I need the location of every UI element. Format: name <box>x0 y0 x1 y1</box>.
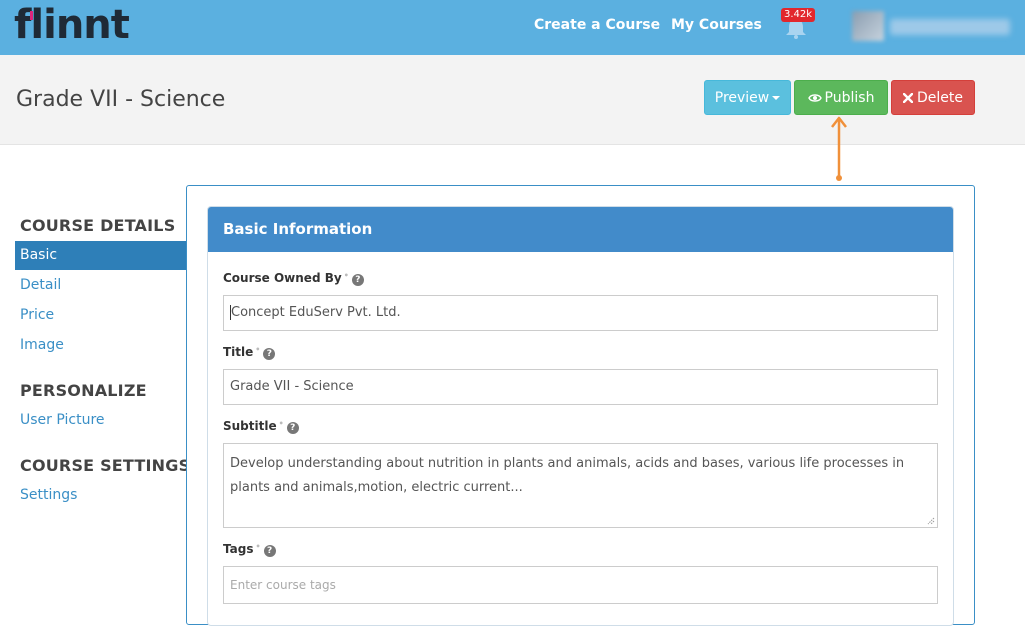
owner-label: Course Owned By •? <box>223 271 364 286</box>
delete-label: Delete <box>917 90 963 106</box>
user-menu[interactable] <box>890 19 1010 35</box>
flinnt-logo[interactable]: flinnt <box>14 2 130 48</box>
panel-header: Basic Information <box>208 207 953 252</box>
eye-icon <box>807 94 822 102</box>
panel-title: Basic Information <box>223 220 373 238</box>
publish-label: Publish <box>824 90 875 106</box>
logo-accent <box>30 11 33 20</box>
tags-label: Tags •? <box>223 542 276 557</box>
title-label: Title •? <box>223 345 276 360</box>
nav-create-course[interactable]: Create a Course <box>534 17 660 33</box>
help-icon[interactable]: ? <box>351 274 364 286</box>
caret-down-icon <box>772 96 781 100</box>
subtitle-field[interactable]: Develop understanding about nutrition in… <box>223 443 938 528</box>
required-marker: • <box>255 345 261 354</box>
title-field[interactable]: Grade VII - Science <box>223 369 938 405</box>
sidebar-item-image[interactable]: Image <box>15 331 186 360</box>
basic-information-panel: Basic Information <box>207 206 954 626</box>
sidebar-heading-course-details: COURSE DETAILS <box>20 216 176 235</box>
publish-button[interactable]: Publish <box>794 80 888 115</box>
title-value: Grade VII - Science <box>230 379 354 394</box>
tags-label-text: Tags <box>223 542 254 556</box>
sidebar-item-detail[interactable]: Detail <box>15 271 186 300</box>
close-icon <box>902 92 914 104</box>
page-header: Grade VII - Science Preview Publish Dele… <box>0 55 1025 145</box>
avatar[interactable] <box>852 11 884 41</box>
help-icon[interactable]: ? <box>263 545 276 557</box>
preview-button[interactable]: Preview <box>704 80 791 115</box>
annotation-arrow-icon <box>831 116 847 181</box>
top-navbar: flinnt Create a Course My Courses 3.42k <box>0 0 1025 55</box>
notification-badge: 3.42k <box>781 8 816 22</box>
tags-placeholder: Enter course tags <box>230 578 336 592</box>
required-marker: • <box>278 419 284 428</box>
title-label-text: Title <box>223 345 254 359</box>
delete-button[interactable]: Delete <box>891 80 975 115</box>
subtitle-label-text: Subtitle <box>223 419 277 433</box>
sidebar-item-price[interactable]: Price <box>15 301 186 330</box>
resize-handle-icon[interactable] <box>925 515 935 525</box>
sidebar-heading-personalize: PERSONALIZE <box>20 381 147 400</box>
preview-label: Preview <box>714 90 770 106</box>
page-title: Grade VII - Science <box>16 87 226 112</box>
nav-my-courses[interactable]: My Courses <box>671 17 762 33</box>
sidebar-item-user-picture[interactable]: User Picture <box>15 406 186 435</box>
sidebar-heading-course-settings: COURSE SETTINGS <box>20 456 191 475</box>
help-icon[interactable]: ? <box>263 348 276 360</box>
owner-field[interactable]: Concept EduServ Pvt. Ltd. <box>223 295 938 331</box>
help-icon[interactable]: ? <box>286 422 299 434</box>
owner-label-text: Course Owned By <box>223 271 342 285</box>
subtitle-label: Subtitle •? <box>223 419 299 434</box>
required-marker: • <box>255 542 261 551</box>
sidebar-item-settings[interactable]: Settings <box>15 481 186 510</box>
sidebar-item-basic[interactable]: Basic <box>15 241 186 270</box>
logo-text: flinnt <box>14 2 130 48</box>
required-marker: • <box>343 271 349 280</box>
tags-input[interactable]: Enter course tags <box>223 566 938 604</box>
owner-value: Concept EduServ Pvt. Ltd. <box>231 305 401 320</box>
subtitle-value: Develop understanding about nutrition in… <box>230 456 905 495</box>
